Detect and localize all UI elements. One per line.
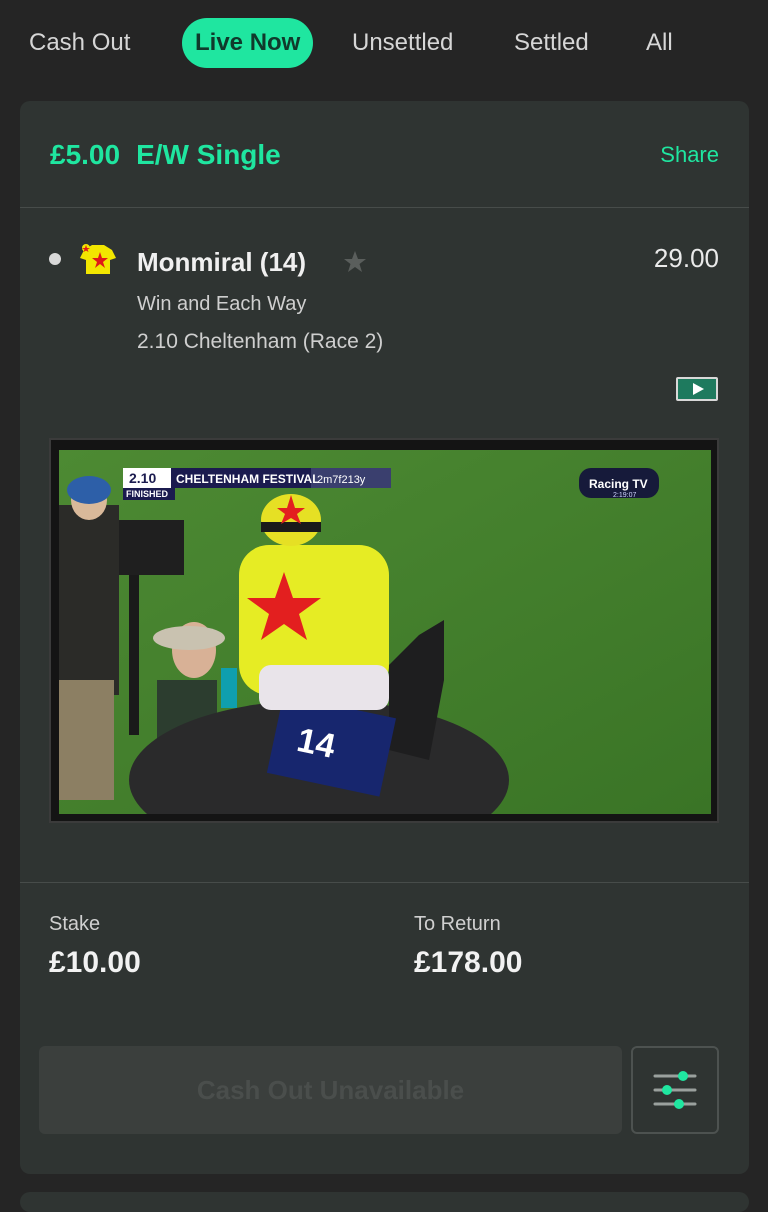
return-label: To Return xyxy=(414,913,501,935)
stake-label: Stake xyxy=(49,913,101,935)
market-name: Win and Each Way xyxy=(137,293,307,315)
tab-unsettled[interactable]: Unsettled xyxy=(352,18,453,68)
video-distance: 2m7f213y xyxy=(317,474,366,486)
cash-out-button[interactable]: Cash Out Unavailable xyxy=(39,1046,622,1134)
silks-icon xyxy=(80,244,116,274)
race-name: 2.10 Cheltenham (Race 2) xyxy=(137,330,384,353)
watch-video-button[interactable] xyxy=(676,377,718,401)
bet-stake-amount: £5.00 xyxy=(50,139,121,170)
bet-filter-tabs: Cash Out Live Now Unsettled Settled All xyxy=(0,0,768,90)
video-channel-time: 2:19:07 xyxy=(613,492,636,499)
tab-settled[interactable]: Settled xyxy=(514,18,589,68)
video-status: FINISHED xyxy=(126,489,169,499)
saddlecloth-number: 14 xyxy=(294,721,339,766)
favourite-star-icon[interactable] xyxy=(343,250,367,274)
race-video-frame: 14 2.10 CHELTENHAM FESTIVAL 2m7f213y FIN… xyxy=(59,450,711,814)
share-button[interactable]: Share xyxy=(660,142,719,168)
tab-all[interactable]: All xyxy=(646,18,673,68)
bet-type: E/W Single xyxy=(136,139,281,170)
video-festival: CHELTENHAM FESTIVAL xyxy=(176,472,320,486)
selection-odds: 29.00 xyxy=(653,243,719,273)
play-icon xyxy=(693,383,704,395)
video-race-time: 2.10 xyxy=(129,470,156,486)
race-video-player[interactable]: 14 2.10 CHELTENHAM FESTIVAL 2m7f213y FIN… xyxy=(49,438,719,823)
next-bet-card xyxy=(20,1192,749,1212)
return-value: £178.00 xyxy=(414,946,523,979)
cash-out-settings-button[interactable] xyxy=(631,1046,719,1134)
status-dot xyxy=(49,253,61,265)
horse-name[interactable]: Monmiral (14) xyxy=(137,247,306,278)
stake-value: £10.00 xyxy=(49,946,141,979)
bet-title: £5.00 E/W Single xyxy=(50,139,281,171)
tab-live-now[interactable]: Live Now xyxy=(182,18,314,68)
tab-cash-out[interactable]: Cash Out xyxy=(29,18,130,68)
settings-sliders-icon xyxy=(653,1071,697,1109)
divider xyxy=(20,882,749,883)
bet-card-header: £5.00 E/W Single Share xyxy=(20,101,749,208)
video-channel: Racing TV xyxy=(589,477,648,491)
race-video-image: 14 2.10 CHELTENHAM FESTIVAL 2m7f213y FIN… xyxy=(59,450,711,814)
bet-card: £5.00 E/W Single Share Monmiral (14) 29.0… xyxy=(20,101,749,1174)
